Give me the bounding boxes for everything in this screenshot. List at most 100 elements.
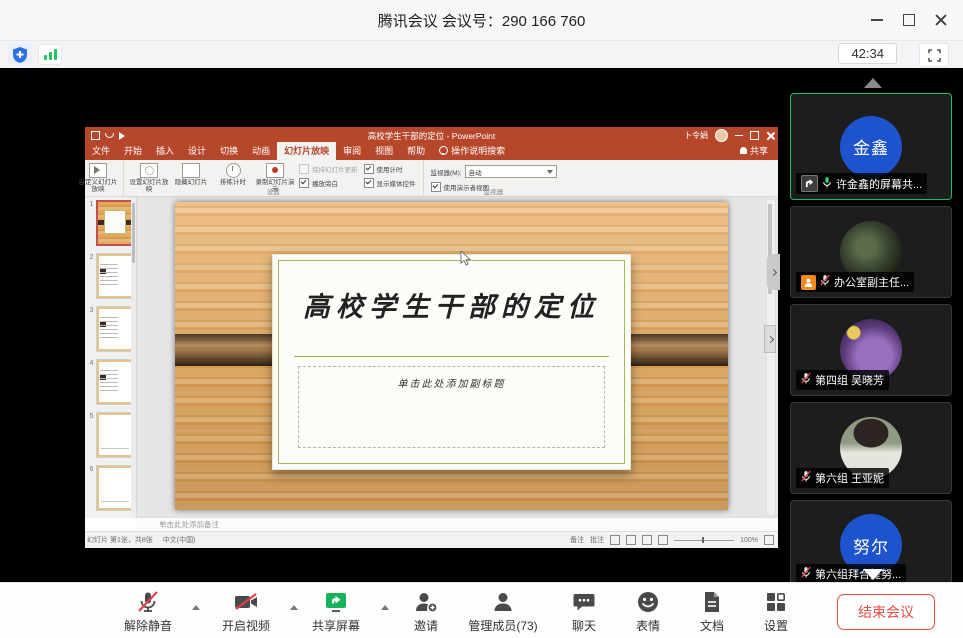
invite-button[interactable]: 邀请 [398, 589, 454, 634]
scroll-down-arrow[interactable] [863, 569, 883, 580]
record-slideshow-icon [266, 163, 284, 178]
ppt-ribbon-tabs: 文件 开始 插入 设计 切换 动画 幻灯片放映 审阅 视图 帮助 操作说明搜索 … [85, 144, 778, 160]
emoji-button[interactable]: 表情 [624, 589, 672, 634]
thumbnail-art [96, 306, 134, 352]
chevron-right-icon [770, 268, 777, 275]
ppt-user-avatar[interactable] [715, 129, 728, 142]
settings-grid-icon [752, 589, 800, 615]
manage-members-button[interactable]: 管理成员(73) [458, 589, 548, 634]
tab-help[interactable]: 帮助 [400, 142, 432, 160]
tab-insert[interactable]: 插入 [149, 142, 181, 160]
share-screen-label: 共享屏幕 [303, 617, 369, 634]
tab-transitions[interactable]: 切换 [213, 142, 245, 160]
language-indicator[interactable]: 中文(中国) [163, 535, 196, 545]
notes-toggle[interactable]: 备注 [570, 535, 584, 545]
chat-bubble-icon [560, 589, 608, 615]
ppt-restore-icon[interactable] [750, 131, 759, 140]
security-shield-button[interactable] [8, 44, 32, 65]
thumbnail-scrollbar[interactable] [131, 197, 136, 518]
close-button[interactable] [925, 6, 957, 34]
monitor-dropdown[interactable]: 自动 [465, 165, 557, 178]
tab-review[interactable]: 审阅 [336, 142, 368, 160]
avatar: 金鑫 [840, 116, 902, 178]
participant-tile[interactable]: 第六组 王亚妮 [790, 402, 952, 494]
participant-label: 第四组 吴晓芳 [796, 370, 889, 390]
slide-thumbnail-4[interactable]: 4 [87, 359, 134, 405]
next-slide-button[interactable] [764, 325, 776, 353]
slide-scrollbar[interactable] [766, 199, 776, 516]
tab-file[interactable]: 文件 [85, 142, 117, 160]
reading-view-icon[interactable] [642, 535, 652, 545]
unmute-button[interactable]: 解除静音 [115, 589, 181, 634]
mic-options-caret[interactable] [192, 605, 200, 610]
shield-plus-icon [13, 47, 27, 63]
tab-animations[interactable]: 动画 [245, 142, 277, 160]
meeting-toolbar: 解除静音 开启视频 共享屏幕 邀请 管理成员(73 [0, 582, 963, 638]
fullscreen-button[interactable] [919, 43, 949, 67]
tell-me-search[interactable]: 操作说明搜索 [432, 142, 512, 160]
slide-thumbnail-1[interactable]: 1 [87, 200, 134, 246]
zoom-level[interactable]: 100% [740, 537, 758, 544]
participant-tile[interactable]: 第四组 吴晓芳 [790, 304, 952, 396]
slide-thumbnail-2[interactable]: 2 [87, 253, 134, 299]
tab-home[interactable]: 开始 [117, 142, 149, 160]
ppt-user-name: 卜令娟 [684, 130, 708, 141]
ppt-workspace: 1 2 3 4 5 [85, 197, 778, 518]
slide-title-text[interactable]: 高校学生干部的定位 [273, 285, 630, 324]
slideshow-view-icon[interactable] [658, 535, 668, 545]
participant-label: 许金鑫的屏幕共... [796, 173, 927, 194]
zoom-slider[interactable] [674, 540, 734, 541]
comments-toggle[interactable]: 批注 [590, 535, 604, 545]
maximize-button[interactable] [893, 6, 925, 34]
fit-slide-icon[interactable] [764, 535, 774, 545]
notes-pane[interactable]: 单击此处添加备注 [137, 517, 778, 532]
slide-sorter-view-icon[interactable] [626, 535, 636, 545]
share-options-caret[interactable] [381, 605, 389, 610]
subtitle-placeholder[interactable]: 单击此处添加副标题 [298, 366, 605, 447]
participants-sidebar: 金鑫 许金鑫的屏幕共... 办公室副主任... [783, 68, 963, 583]
smiley-icon [624, 589, 672, 615]
slide-thumbnail-5[interactable]: 5 [87, 412, 134, 458]
slide-canvas[interactable]: 高校学生干部的定位 单击此处添加副标题 [175, 202, 728, 510]
meeting-subbar: 42:34 [0, 41, 963, 69]
ppt-share-button[interactable]: 共享 [730, 142, 778, 160]
hide-slide-button[interactable]: 隐藏幻灯片 [170, 162, 212, 186]
sidebar-collapse-handle[interactable] [767, 254, 780, 290]
title-divider [294, 356, 609, 357]
camera-off-icon [213, 589, 279, 615]
custom-slideshow-button[interactable]: 自定义幻灯片放映 [77, 162, 119, 194]
slide-thumbnail-3[interactable]: 3 [87, 306, 134, 352]
use-timings-checkbox[interactable]: 使用计时 [364, 164, 416, 174]
window-controls [861, 0, 957, 40]
minimize-button[interactable] [861, 6, 893, 34]
docs-button[interactable]: 文档 [688, 589, 736, 634]
tab-view[interactable]: 视图 [368, 142, 400, 160]
normal-view-icon[interactable] [610, 535, 620, 545]
share-screen-icon [303, 589, 369, 615]
end-meeting-button[interactable]: 结束会议 [837, 594, 935, 630]
tab-slideshow[interactable]: 幻灯片放映 [277, 142, 336, 160]
ppt-minimize-icon[interactable] [735, 135, 743, 136]
participant-tile-sharing[interactable]: 金鑫 许金鑫的屏幕共... [790, 93, 952, 200]
maximize-icon [903, 14, 915, 26]
scroll-up-arrow[interactable] [864, 78, 882, 88]
tab-design[interactable]: 设计 [181, 142, 213, 160]
rehearse-timings-button[interactable]: 排练计时 [212, 162, 254, 186]
ppt-close-icon[interactable] [766, 132, 774, 140]
ribbon-group-monitors: 监视器(M): 自动 使用演示者视图 监视器 [424, 160, 564, 196]
slide-thumbnail-6[interactable]: 6 [87, 465, 134, 511]
keep-slides-updated-checkbox[interactable]: 保持幻灯片更新 [299, 164, 358, 174]
network-signal-button[interactable] [38, 44, 62, 65]
group-label-monitors: 监视器 [424, 186, 564, 196]
invite-label: 邀请 [398, 617, 454, 634]
unmute-label: 解除静音 [115, 617, 181, 634]
ppt-share-label: 共享 [750, 144, 768, 157]
video-options-caret[interactable] [290, 605, 298, 610]
invite-person-icon [398, 589, 454, 615]
settings-button[interactable]: 设置 [752, 589, 800, 634]
participant-tile[interactable]: 办公室副主任... [790, 206, 952, 298]
chat-button[interactable]: 聊天 [560, 589, 608, 634]
thumbnail-art [96, 359, 134, 405]
start-video-button[interactable]: 开启视频 [213, 589, 279, 634]
share-screen-button[interactable]: 共享屏幕 [303, 589, 369, 634]
